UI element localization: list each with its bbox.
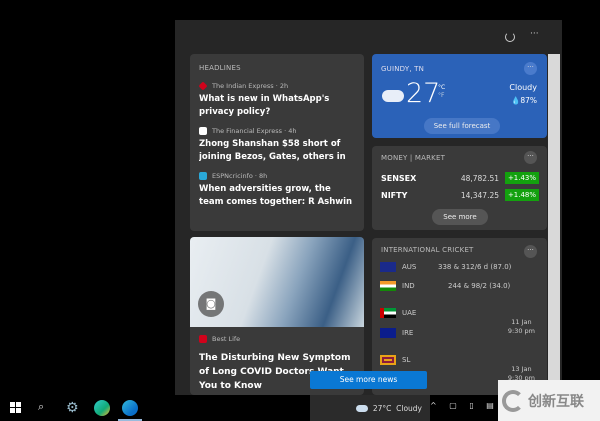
team-row[interactable]: SL <box>380 355 410 365</box>
unit-celsius[interactable]: °C <box>438 84 445 92</box>
team-name: IND <box>402 282 415 290</box>
index-change: +1.43% <box>505 172 539 184</box>
source-logo-icon <box>199 172 207 180</box>
match-time: 11 Jan 9:30 pm <box>507 318 535 335</box>
camera-icon: ◙ <box>198 291 224 317</box>
weather-humidity: 💧87% <box>510 96 537 105</box>
team-row[interactable]: IRE <box>380 328 413 338</box>
source-logo-icon <box>199 335 207 343</box>
market-row[interactable]: NIFTY 14,347.25 +1.48% <box>381 186 539 204</box>
weather-more-button[interactable]: ··· <box>524 62 537 75</box>
team-row[interactable]: IND 244 & 98/2 (34.0) <box>380 281 540 291</box>
watermark-logo: 创新互联 <box>498 380 600 421</box>
index-value: 14,347.25 <box>460 190 499 200</box>
taskbar-weather-button[interactable]: 27°C Cloudy <box>310 395 430 421</box>
flag-aus-icon <box>380 262 396 272</box>
watermark-mark-icon <box>502 389 524 412</box>
edge-canary-icon[interactable] <box>94 400 110 416</box>
source-logo-icon <box>199 127 207 135</box>
story-source: Best Life <box>212 335 241 343</box>
weather-location: GUINDY, TN <box>381 65 425 73</box>
search-icon[interactable]: ⌕ <box>38 400 54 416</box>
team-name: UAE <box>402 309 417 317</box>
headlines-card: HEADLINES The Indian Express · 2h What i… <box>190 54 364 231</box>
cloud-icon <box>355 404 368 412</box>
unit-toggle[interactable]: °C °F <box>438 84 445 100</box>
headline-title[interactable]: Zhong Shanshan $58 short of joining Bezo… <box>199 138 355 164</box>
headline-title[interactable]: When adversities grow, the team comes to… <box>199 183 355 209</box>
cricket-more-button[interactable]: ··· <box>524 245 537 258</box>
flag-ind-icon <box>380 281 396 291</box>
see-full-forecast-button[interactable]: See full forecast <box>424 118 500 134</box>
market-title: MONEY | MARKET <box>381 154 446 162</box>
taskbar-weather-text: 27°C Cloudy <box>372 403 422 413</box>
headline-item[interactable]: The Financial Express · 4h Zhong Shansha… <box>199 127 355 164</box>
headlines-title: HEADLINES <box>199 64 241 72</box>
refresh-icon[interactable] <box>505 32 515 42</box>
weather-temperature: 27 <box>406 78 441 109</box>
headline-item[interactable]: ESPNcricinfo · 8h When adversities grow,… <box>199 172 355 209</box>
see-more-button[interactable]: See more <box>432 209 488 225</box>
more-options-icon[interactable]: ··· <box>530 29 539 39</box>
weather-condition: Cloudy <box>509 83 537 92</box>
flag-uae-icon <box>380 308 396 318</box>
cricket-title: INTERNATIONAL CRICKET <box>381 246 474 254</box>
flag-ire-icon <box>380 328 396 338</box>
market-card: MONEY | MARKET ··· SENSEX 48,782.51 +1.43%… <box>372 146 547 230</box>
flag-sl-icon <box>380 355 396 365</box>
news-and-interests-panel: ··· HEADLINES The Indian Express · 2h Wh… <box>175 20 562 395</box>
headline-title[interactable]: What is new in WhatsApp's privacy policy… <box>199 93 355 119</box>
index-name: NIFTY <box>381 190 408 200</box>
start-windows-icon[interactable] <box>10 402 21 413</box>
watermark-text: 创新互联 <box>528 393 584 410</box>
index-name: SENSEX <box>381 173 417 183</box>
weather-card[interactable]: GUINDY, TN ··· 27 °C °F Cloudy 💧87% See f… <box>372 54 547 138</box>
headline-item[interactable]: The Indian Express · 2h What is new in W… <box>198 81 355 119</box>
market-more-button[interactable]: ··· <box>524 151 537 164</box>
headline-source: The Indian Express · 2h <box>212 82 289 90</box>
team-score: 338 & 312/6 d (87.0) <box>438 263 512 271</box>
scrollbar[interactable] <box>548 54 560 395</box>
source-logo-icon <box>198 81 208 91</box>
cloud-icon <box>382 90 404 102</box>
headline-source: ESPNcricinfo · 8h <box>212 172 268 180</box>
team-name: IRE <box>402 329 414 337</box>
index-change: +1.48% <box>505 189 539 201</box>
team-row[interactable]: UAE <box>380 308 416 318</box>
team-name: AUS <box>402 263 417 271</box>
settings-gear-icon[interactable]: ⚙ <box>66 400 82 416</box>
team-row[interactable]: AUS 338 & 312/6 d (87.0) <box>380 262 540 272</box>
unit-fahrenheit[interactable]: °F <box>438 92 445 100</box>
team-name: SL <box>402 356 411 364</box>
humidity-value: 87% <box>520 96 537 105</box>
see-more-news-button[interactable]: See more news <box>310 371 427 389</box>
market-row[interactable]: SENSEX 48,782.51 +1.43% <box>381 170 539 186</box>
headline-source: The Financial Express · 4h <box>212 127 297 135</box>
team-score: 244 & 98/2 (34.0) <box>448 282 511 290</box>
index-value: 48,782.51 <box>460 173 499 183</box>
edge-browser-icon[interactable] <box>122 400 138 416</box>
